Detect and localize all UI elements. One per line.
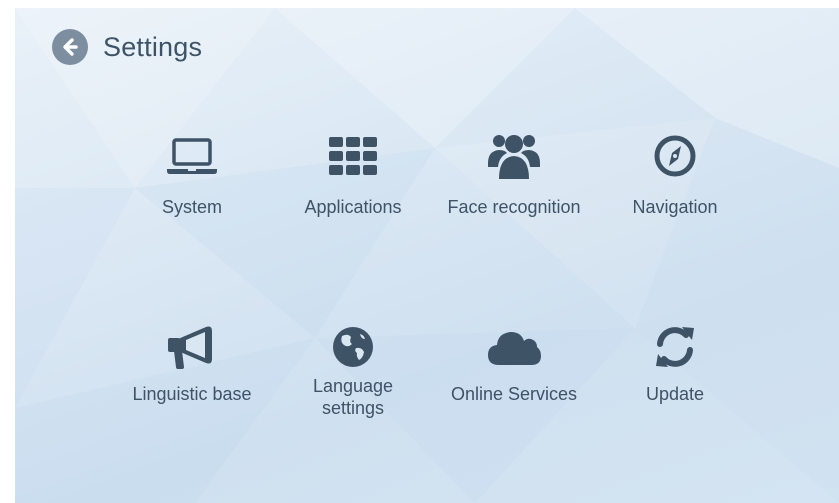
tile-label: Navigation [632,197,718,217]
tile-label: System [161,197,222,217]
tile-label: Online Services [450,384,578,404]
tile-update[interactable]: Update [595,321,755,431]
globe-icon [323,321,383,373]
grid-icon [323,130,383,182]
page-title: Settings [103,31,203,62]
tile-label: Applications [304,197,402,217]
compass-icon [645,130,705,182]
settings-screen: Settings System Applications Face recogn… [15,8,839,503]
tile-online-services[interactable]: Online Services [434,321,594,431]
tile-navigation[interactable]: Navigation [595,130,755,240]
tile-linguistic-base[interactable]: Linguistic base [112,321,272,431]
tile-applications[interactable]: Applications [273,130,433,240]
header: Settings [52,29,202,65]
tile-label: Face recognition [447,197,581,217]
megaphone-icon [162,321,222,373]
tile-language-settings[interactable]: Language settings [273,321,433,431]
tile-label: Language settings [312,376,394,418]
users-icon [484,130,544,182]
tile-system[interactable]: System [112,130,272,240]
back-button[interactable] [52,29,88,65]
cloud-icon [484,321,544,373]
refresh-icon [645,321,705,373]
laptop-icon [162,130,222,182]
arrow-left-icon [63,38,78,56]
tile-label: Linguistic base [132,384,252,404]
tile-label: Update [645,384,705,404]
tile-face-recognition[interactable]: Face recognition [434,130,594,240]
